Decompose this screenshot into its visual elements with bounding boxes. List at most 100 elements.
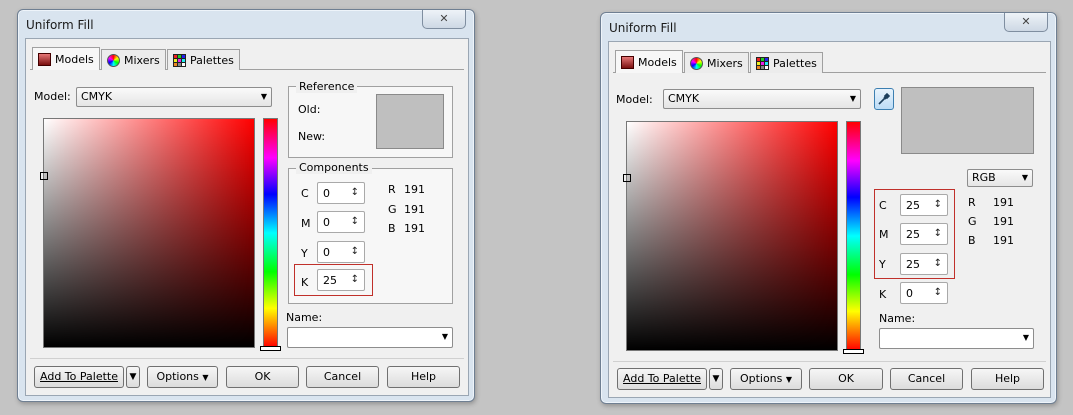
reference-title: Reference <box>296 80 358 93</box>
y-input[interactable]: 25 ↕ <box>900 253 948 275</box>
y-label: Y <box>879 258 886 271</box>
options-button[interactable]: Options ▼ <box>730 368 802 390</box>
components-title: Components <box>296 161 372 174</box>
c-value: 0 <box>323 187 330 200</box>
spinner-icon[interactable]: ↕ <box>934 227 942 241</box>
model-label: Model: <box>34 90 71 103</box>
model-select[interactable]: CMYK ▼ <box>663 89 861 109</box>
add-to-palette-dropdown[interactable]: ▼ <box>709 368 723 390</box>
tab-label: Models <box>55 52 94 66</box>
r-label: R <box>968 196 976 209</box>
color-viewer-select[interactable]: RGB ▼ <box>967 169 1033 187</box>
tab-label: Mixers <box>707 56 743 70</box>
c-label: C <box>879 199 887 212</box>
m-input[interactable]: 0 ↕ <box>317 211 365 233</box>
tab-models[interactable]: Models <box>615 50 683 73</box>
spinner-icon[interactable]: ↕ <box>934 198 942 212</box>
cancel-button[interactable]: Cancel <box>306 366 379 388</box>
tab-mixers[interactable]: Mixers <box>684 52 749 73</box>
g-label: G <box>968 215 977 228</box>
model-label: Model: <box>616 93 653 106</box>
new-label: New: <box>298 130 326 143</box>
hue-slider-handle[interactable] <box>843 349 864 354</box>
spinner-icon[interactable]: ↕ <box>351 273 359 287</box>
models-icon <box>621 55 634 69</box>
chevron-down-icon: ▼ <box>202 373 209 382</box>
mixers-icon <box>690 56 703 70</box>
reference-swatch <box>376 94 444 149</box>
k-value: 25 <box>323 274 337 287</box>
c-label: C <box>301 187 309 200</box>
b-value: 191 <box>993 234 1014 247</box>
button-label: Options <box>156 370 199 383</box>
m-input[interactable]: 25 ↕ <box>900 223 948 245</box>
spinner-icon[interactable]: ↕ <box>351 245 359 259</box>
models-icon <box>38 52 51 66</box>
old-label: Old: <box>298 103 321 116</box>
palettes-icon <box>756 56 769 70</box>
m-value: 0 <box>323 216 330 229</box>
color-picker-area[interactable] <box>43 118 255 348</box>
m-value: 25 <box>906 228 920 241</box>
close-button[interactable]: ✕ <box>422 10 466 29</box>
tab-mixers[interactable]: Mixers <box>101 49 166 70</box>
dialog-client-area: Models Mixers Palettes Model: CMYK ▼ Ref… <box>25 38 469 396</box>
button-label: Add To Palette <box>623 372 701 385</box>
eyedropper-button[interactable] <box>874 88 894 110</box>
name-select[interactable]: ▼ <box>287 327 453 348</box>
g-label: G <box>388 203 397 216</box>
help-button[interactable]: Help <box>971 368 1044 390</box>
ok-button[interactable]: OK <box>226 366 299 388</box>
options-button[interactable]: Options ▼ <box>147 366 218 388</box>
c-input[interactable]: 0 ↕ <box>317 182 365 204</box>
model-value: CMYK <box>668 92 700 105</box>
k-input[interactable]: 25 ↕ <box>317 269 365 291</box>
y-value: 25 <box>906 258 920 271</box>
button-label: Options <box>739 372 783 385</box>
spinner-icon[interactable]: ↕ <box>351 215 359 229</box>
name-label: Name: <box>286 311 323 324</box>
tab-palettes[interactable]: Palettes <box>750 52 823 73</box>
hue-slider-handle[interactable] <box>260 346 281 351</box>
hue-slider[interactable] <box>846 121 861 351</box>
dialog-title: Uniform Fill <box>609 21 677 35</box>
b-label: B <box>388 222 396 235</box>
help-button[interactable]: Help <box>387 366 460 388</box>
ok-button[interactable]: OK <box>809 368 883 390</box>
c-value: 25 <box>906 199 920 212</box>
color-viewer-value: RGB <box>972 171 996 184</box>
color-picker-marker[interactable] <box>40 172 48 180</box>
eyedropper-icon <box>878 92 891 105</box>
k-value: 0 <box>906 287 913 300</box>
y-label: Y <box>301 247 308 260</box>
k-input[interactable]: 0 ↕ <box>900 282 948 304</box>
g-value: 191 <box>404 203 425 216</box>
name-label: Name: <box>879 312 916 325</box>
y-input[interactable]: 0 ↕ <box>317 241 365 263</box>
m-label: M <box>879 228 889 241</box>
color-picker-marker[interactable] <box>623 174 631 182</box>
button-label: Add To Palette <box>40 370 118 383</box>
chevron-down-icon: ▼ <box>849 94 856 103</box>
b-label: B <box>968 234 976 247</box>
tab-label: Mixers <box>124 53 160 67</box>
color-picker-area[interactable] <box>626 121 838 351</box>
spinner-icon[interactable]: ↕ <box>351 186 359 200</box>
tab-label: Palettes <box>190 53 234 67</box>
c-input[interactable]: 25 ↕ <box>900 194 948 216</box>
m-label: M <box>301 217 311 230</box>
k-label: K <box>301 276 309 289</box>
add-to-palette-dropdown[interactable]: ▼ <box>126 366 140 388</box>
spinner-icon[interactable]: ↕ <box>934 257 942 271</box>
chevron-down-icon: ▼ <box>441 332 448 341</box>
tab-palettes[interactable]: Palettes <box>167 49 240 70</box>
cancel-button[interactable]: Cancel <box>890 368 963 390</box>
model-select[interactable]: CMYK ▼ <box>76 87 272 107</box>
spinner-icon[interactable]: ↕ <box>934 286 942 300</box>
tab-models[interactable]: Models <box>32 47 100 70</box>
add-to-palette-button[interactable]: Add To Palette <box>34 366 124 388</box>
add-to-palette-button[interactable]: Add To Palette <box>617 368 707 390</box>
name-select[interactable]: ▼ <box>879 328 1034 349</box>
hue-slider[interactable] <box>263 118 278 348</box>
close-button[interactable]: ✕ <box>1004 13 1048 32</box>
